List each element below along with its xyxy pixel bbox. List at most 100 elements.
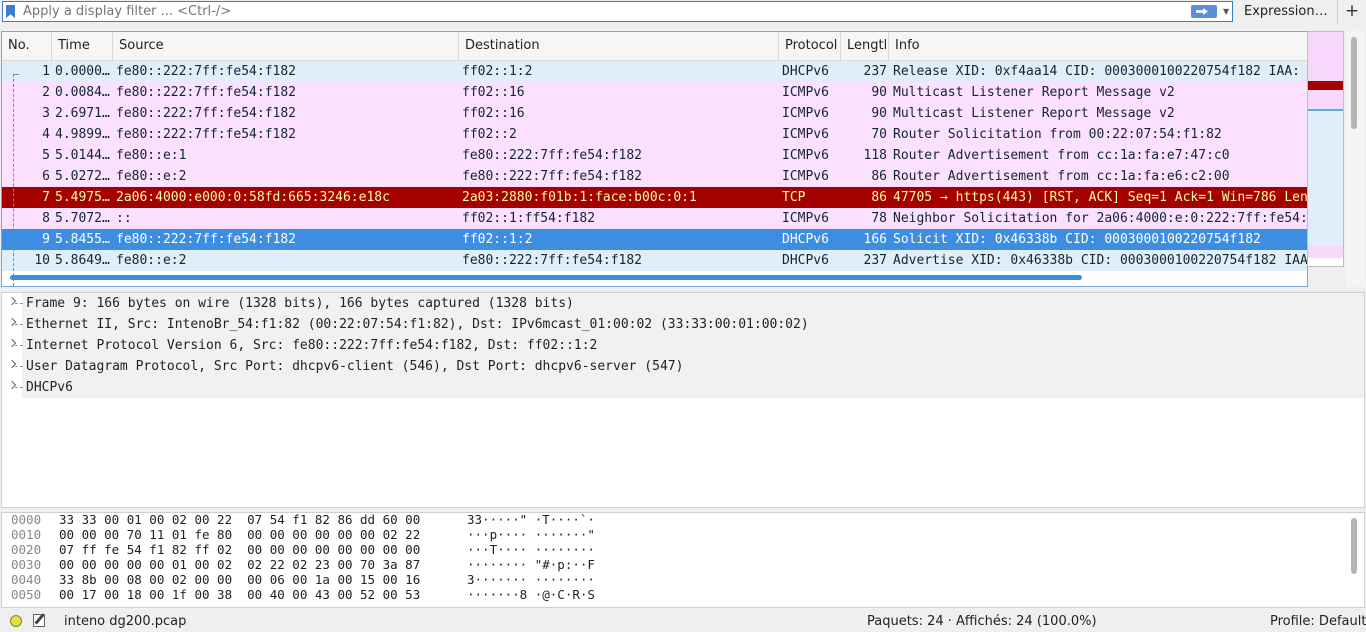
- capture-comment-edit-icon[interactable]: [33, 614, 45, 627]
- packet-list-vertical-scrollbar[interactable]: [1346, 31, 1365, 287]
- packet-time: 5.4975…: [55, 190, 110, 205]
- detail-tree-item[interactable]: Ethernet II, Src: IntenoBr_54:f1:82 (00:…: [2, 314, 1364, 335]
- minimap-dhcpv6-segment: [1308, 111, 1343, 246]
- tree-branch-line: [15, 366, 23, 367]
- packet-info: Solicit XID: 0x46338b CID: 0003000100220…: [893, 232, 1261, 247]
- bytes-vertical-scrollbar[interactable]: [1346, 512, 1365, 608]
- minimap-empty-segment: [1308, 258, 1343, 266]
- column-header-source[interactable]: Source: [113, 32, 459, 60]
- filter-history-chevron-down-icon[interactable]: ▼: [1223, 7, 1229, 16]
- packet-destination: ff02::16: [462, 106, 525, 121]
- status-profile[interactable]: Profile: Default: [1270, 614, 1366, 629]
- display-filter-input[interactable]: [23, 2, 1183, 21]
- packet-length: 237: [863, 64, 887, 79]
- packet-row[interactable]: 8 5.7072…:: ff02::1:ff54:f182 ICMPv6 78 Neigh…: [2, 208, 1307, 229]
- packet-source: fe80::222:7ff:fe54:f182: [116, 106, 297, 121]
- packet-no: 6: [42, 169, 50, 184]
- status-packet-count: Paquets: 24 · Affichés: 24 (100.0%): [867, 614, 1097, 629]
- detail-tree-item[interactable]: User Datagram Protocol, Src Port: dhcpv6…: [2, 356, 1364, 377]
- detail-label: User Datagram Protocol, Src Port: dhcpv6…: [26, 359, 684, 374]
- packet-length: 78: [871, 211, 887, 226]
- bytes-ascii: ···T···· ········: [467, 542, 595, 557]
- detail-label: Frame 9: 166 bytes on wire (1328 bits), …: [26, 296, 574, 311]
- apply-filter-arrow-icon[interactable]: [1191, 5, 1217, 18]
- detail-tree-item[interactable]: Internet Protocol Version 6, Src: fe80::…: [2, 335, 1364, 356]
- display-filter-box[interactable]: ▼: [2, 1, 1233, 22]
- packet-time: 5.8455…: [55, 232, 110, 247]
- packet-row[interactable]: 3 2.6971… fe80::222:7ff:fe54:f182 ff02::16 I…: [2, 103, 1307, 124]
- detail-tree-item[interactable]: Frame 9: 166 bytes on wire (1328 bits), …: [2, 293, 1364, 314]
- packet-no: 1: [42, 64, 50, 79]
- packet-length: 90: [871, 85, 887, 100]
- detail-tree-item[interactable]: DHCPv6: [2, 377, 1364, 398]
- related-packet-line: [13, 74, 14, 286]
- packet-source: fe80::222:7ff:fe54:f182: [116, 127, 297, 142]
- packet-row[interactable]: 6 5.0272… fe80::e:2 fe80::222:7ff:fe54:f182…: [2, 166, 1307, 187]
- tree-branch-line: [15, 303, 23, 304]
- packet-destination: ff02::16: [462, 85, 525, 100]
- packet-destination: ff02::1:2: [462, 232, 533, 247]
- packet-row[interactable]: 7 5.4975… 2a06:4000:e000:0:58fd:665:3246:e…: [2, 187, 1307, 208]
- packet-no: 3: [42, 106, 50, 121]
- packet-row[interactable]: 5 5.0144… fe80::e:1 fe80::222:7ff:fe54:f182…: [2, 145, 1307, 166]
- packet-row[interactable]: 4 4.9899… fe80::222:7ff:fe54:f182 ff02::2 IC…: [2, 124, 1307, 145]
- packet-time: 2.6971…: [55, 106, 110, 121]
- packet-no: 9: [42, 232, 50, 247]
- minimap-icmpv6-segment: [1308, 32, 1343, 81]
- packet-no: 10: [34, 253, 50, 268]
- bytes-ascii: ···p···· ·······": [467, 527, 595, 542]
- packet-source: fe80::222:7ff:fe54:f182: [116, 232, 297, 247]
- tree-branch-line: [15, 345, 23, 346]
- packet-minimap[interactable]: [1307, 31, 1344, 267]
- packet-row[interactable]: 2 0.0084… fe80::222:7ff:fe54:f182 ff02::16 I…: [2, 82, 1307, 103]
- packet-source: 2a06:4000:e000:0:58fd:665:3246:e18c: [116, 190, 390, 205]
- expert-info-led-icon[interactable]: [10, 615, 22, 627]
- packet-protocol: ICMPv6: [782, 85, 829, 100]
- bytes-offset: 0020: [11, 542, 42, 557]
- packet-source: fe80::222:7ff:fe54:f182: [116, 85, 297, 100]
- packet-time: 0.0000…: [55, 64, 110, 79]
- bytes-ascii: ·······8 ·@·C·R·S: [467, 587, 595, 602]
- packet-no: 4: [42, 127, 50, 142]
- packet-info: Router Solicitation from 00:22:07:54:f1:…: [893, 127, 1222, 142]
- packet-list[interactable]: No. Time Source Destination Protocol Len…: [1, 31, 1308, 287]
- column-header-time[interactable]: Time: [52, 32, 113, 60]
- scrollbar-thumb[interactable]: [1351, 518, 1357, 574]
- display-filter-toolbar: ▼ Expression… +: [0, 0, 1366, 25]
- bytes-hex: 33 8b 00 08 00 02 00 00 00 06 00 1a 00 1…: [59, 572, 421, 587]
- packet-protocol: DHCPv6: [782, 232, 829, 247]
- expression-button[interactable]: Expression…: [1244, 4, 1328, 19]
- minimap-tcp-marker: [1308, 81, 1343, 90]
- packet-length: 166: [863, 232, 887, 247]
- packet-source: fe80::e:1: [116, 148, 187, 163]
- column-header-info[interactable]: Info: [889, 32, 1307, 60]
- packet-source: fe80::e:2: [116, 253, 187, 268]
- packet-time: 0.0084…: [55, 85, 110, 100]
- bytes-offset: 0050: [11, 587, 42, 602]
- column-header-length[interactable]: Lengtl: [841, 32, 889, 60]
- packet-info: Multicast Listener Report Message v2: [893, 85, 1175, 100]
- packet-destination: ff02::1:2: [462, 64, 533, 79]
- packet-no: 8: [42, 211, 50, 226]
- packet-info: Neighbor Solicitation for 2a06:4000:e:0:…: [893, 211, 1307, 226]
- packet-row[interactable]: 1 0.0000… fe80::222:7ff:fe54:f182 ff02::1:2…: [2, 61, 1307, 82]
- packet-source: fe80::e:2: [116, 169, 187, 184]
- scrollbar-thumb[interactable]: [1351, 37, 1357, 129]
- detail-label: Ethernet II, Src: IntenoBr_54:f1:82 (00:…: [26, 317, 809, 332]
- status-capture-file: inteno dg200.pcap: [64, 614, 187, 629]
- packet-destination: fe80::222:7ff:fe54:f182: [462, 169, 643, 184]
- filter-bookmark-icon[interactable]: [6, 5, 15, 18]
- column-header-destination[interactable]: Destination: [459, 32, 779, 60]
- column-header-protocol[interactable]: Protocol: [779, 32, 841, 60]
- column-header-no[interactable]: No.: [2, 32, 52, 60]
- packet-details-tree[interactable]: Frame 9: 166 bytes on wire (1328 bits), …: [1, 292, 1365, 508]
- packet-time: 5.7072…: [55, 211, 110, 226]
- packet-protocol: TCP: [782, 190, 806, 205]
- packet-list-horizontal-scrollbar[interactable]: [10, 275, 1082, 280]
- packet-row[interactable]: 10 5.8649… fe80::e:2 fe80::222:7ff:fe54:f18…: [2, 250, 1307, 271]
- packet-length: 118: [863, 148, 887, 163]
- bytes-hex: 00 17 00 18 00 1f 00 38 00 40 00 43 00 5…: [59, 587, 421, 602]
- packet-row[interactable]: 9 5.8455… fe80::222:7ff:fe54:f182 ff02::1:2…: [2, 229, 1307, 250]
- packet-bytes-pane[interactable]: 0000 33 33 00 01 00 02 00 22 07 54 f1 82 …: [1, 512, 1365, 608]
- add-filter-button[interactable]: +: [1337, 0, 1366, 24]
